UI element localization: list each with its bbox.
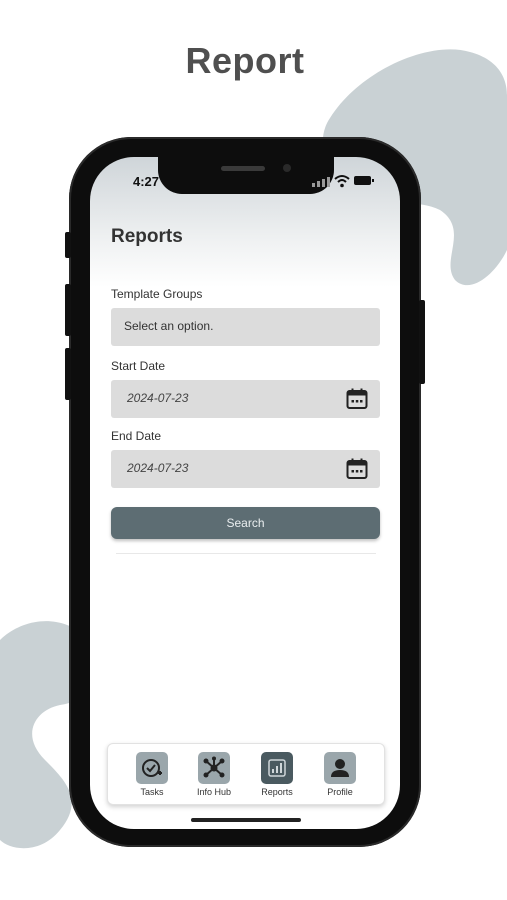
template-groups-value: Select an option. <box>124 319 214 333</box>
end-date-label: End Date <box>111 429 162 443</box>
end-date-value: 2024-07-23 <box>127 461 189 475</box>
tab-icon-info-hub <box>198 752 230 784</box>
phone-volume-up <box>65 284 71 336</box>
tab-info-hub[interactable]: Info Hub <box>184 752 244 798</box>
calendar-icon[interactable] <box>345 387 369 411</box>
calendar-icon[interactable] <box>345 457 369 481</box>
tab-icon-reports <box>261 752 293 784</box>
start-date-field[interactable]: 2024-07-23 <box>111 380 380 418</box>
battery-icon <box>354 176 374 185</box>
phone-screen <box>90 157 400 829</box>
tab-label: Profile <box>327 787 353 797</box>
tab-label: Reports <box>261 787 293 797</box>
network-hub-icon <box>203 756 225 778</box>
phone-silent-switch <box>65 232 71 258</box>
tab-label: Info Hub <box>196 787 232 797</box>
hero-title: Report <box>185 40 305 81</box>
status-icons <box>312 175 374 188</box>
tab-profile[interactable]: Profile <box>310 752 370 798</box>
phone-volume-down <box>65 348 71 400</box>
bottom-tab-bar: Tasks Info Hub Reports Profile <box>107 743 385 805</box>
tab-label: Tasks <box>140 787 164 797</box>
signal-icon <box>312 177 330 187</box>
template-groups-label: Template Groups <box>111 287 203 301</box>
start-date-value: 2024-07-23 <box>127 391 189 405</box>
front-camera <box>283 164 291 172</box>
tab-tasks[interactable]: Tasks <box>122 752 182 798</box>
tab-icon-profile <box>324 752 356 784</box>
tab-icon-tasks <box>136 752 168 784</box>
phone-notch <box>158 157 334 194</box>
bar-chart-icon <box>268 759 286 777</box>
page-title: Reports <box>111 226 183 247</box>
task-check-icon <box>142 759 162 777</box>
phone-power-button <box>419 300 425 384</box>
tab-reports[interactable]: Reports <box>247 752 307 798</box>
person-icon <box>331 759 349 777</box>
end-date-field[interactable]: 2024-07-23 <box>111 450 380 488</box>
template-groups-select[interactable]: Select an option. <box>111 308 380 346</box>
status-time: 4:27 <box>133 174 160 189</box>
search-button[interactable]: Search <box>111 507 380 539</box>
home-indicator <box>191 818 301 822</box>
speaker-grille <box>221 166 265 171</box>
results-divider <box>116 553 376 554</box>
start-date-label: Start Date <box>111 359 166 373</box>
wifi-icon <box>334 175 350 188</box>
